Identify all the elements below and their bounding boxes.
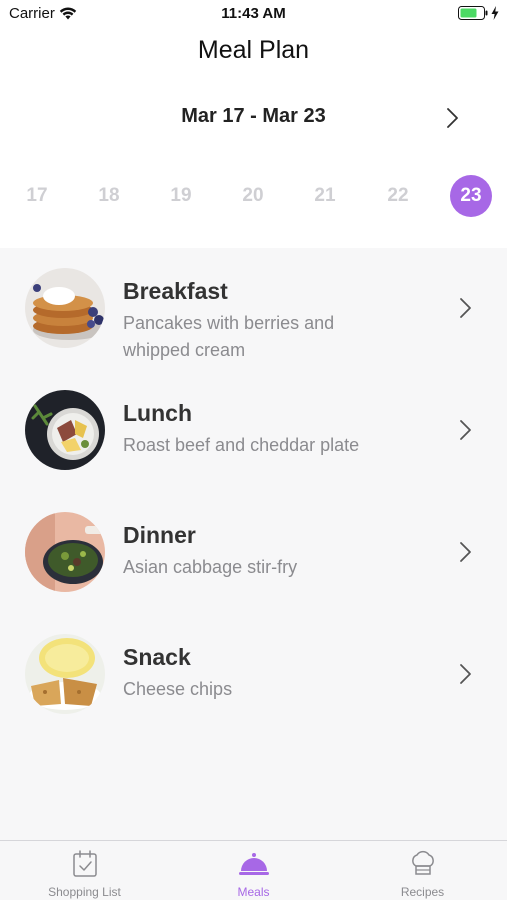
snack-photo [25,634,105,714]
meal-description: Pancakes with berries and whipped cream [123,313,335,360]
chevron-right-icon [460,420,471,440]
meal-row-dinner[interactable]: Dinner Asian cabbage stir-fry [0,492,507,614]
meal-list: Breakfast Pancakes with berries and whip… [0,248,507,736]
meal-name: Snack [123,644,191,670]
charging-icon [491,6,499,20]
day-22[interactable]: 22 [377,175,419,217]
status-bar: Carrier 11:43 AM [0,0,507,28]
chef-hat-icon [411,850,434,875]
day-17[interactable]: 17 [16,175,58,217]
week-range-label: Mar 17 - Mar 23 [181,105,326,127]
day-18[interactable]: 18 [88,175,130,217]
day-selector: 17 18 19 20 21 22 23 [0,175,507,219]
tab-meals[interactable]: Meals [169,841,338,900]
lunch-photo [25,390,105,470]
meal-description: Cheese chips [123,679,233,699]
tab-label: Shopping List [48,885,121,899]
meal-name: Breakfast [123,278,228,304]
meal-description: Asian cabbage stir-fry [123,557,298,577]
header-panel: Carrier 11:43 AM Meal Plan Mar 17 - Mar … [0,0,507,248]
day-21[interactable]: 21 [304,175,346,217]
meal-name: Dinner [123,522,196,548]
tab-shopping-list[interactable]: Shopping List [0,841,169,900]
calendar-check-icon [72,850,97,877]
next-week-chevron-icon[interactable] [445,107,461,129]
chevron-right-icon [460,664,471,684]
meal-row-breakfast[interactable]: Breakfast Pancakes with berries and whip… [0,248,507,370]
page-title: Meal Plan [197,36,310,64]
chevron-right-icon [460,542,471,562]
tab-bar: Shopping List Meals Recipes [0,840,507,900]
status-time: 11:43 AM [221,5,286,22]
breakfast-photo [25,268,105,348]
meal-row-snack[interactable]: Snack Cheese chips [0,614,507,736]
battery-icon [458,6,488,20]
day-23-selected[interactable]: 23 [450,175,492,217]
cloche-icon [238,853,269,875]
chevron-right-icon [460,298,471,318]
tab-recipes[interactable]: Recipes [338,841,507,900]
tab-label: Meals [237,885,270,899]
tab-label: Recipes [400,885,445,899]
day-20[interactable]: 20 [232,175,274,217]
meal-description: Roast beef and cheddar plate [123,435,360,455]
dinner-photo [25,512,105,592]
meal-row-lunch[interactable]: Lunch Roast beef and cheddar plate [0,370,507,492]
day-19[interactable]: 19 [160,175,202,217]
meal-name: Lunch [123,400,192,426]
